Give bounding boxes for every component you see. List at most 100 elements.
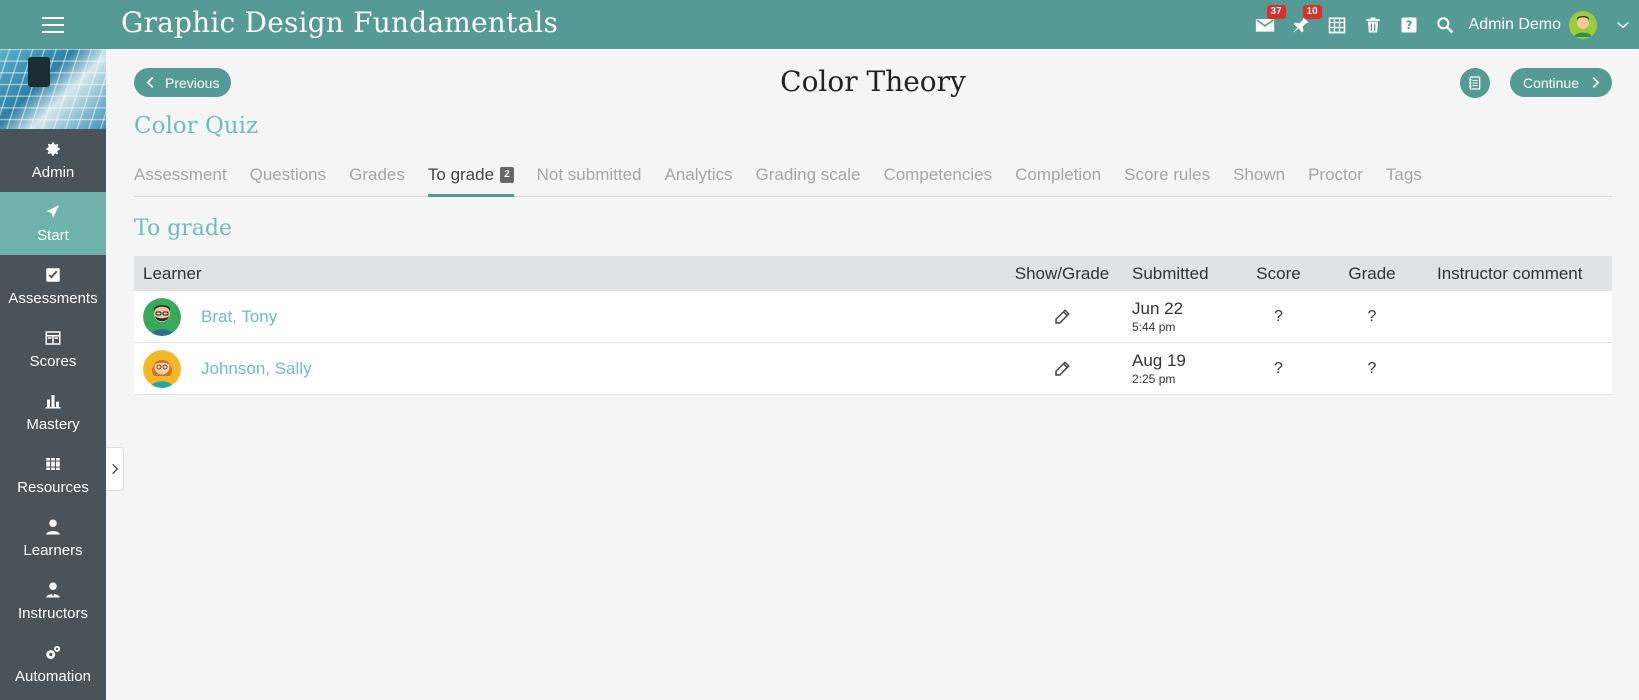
- column-header-score[interactable]: Score: [1230, 264, 1327, 284]
- sidebar-item-admin[interactable]: Admin: [0, 129, 106, 192]
- trash-button[interactable]: [1355, 0, 1391, 49]
- sidebar-item-label: Mastery: [26, 416, 80, 433]
- tab-label: Grades: [349, 164, 405, 184]
- tab-label: Completion: [1015, 164, 1102, 184]
- messages-button[interactable]: 37: [1247, 0, 1286, 49]
- sidebar-item-learners[interactable]: Learners: [0, 507, 106, 570]
- sidebar-item-resources[interactable]: Resources: [0, 444, 106, 507]
- gear-icon: [46, 142, 60, 156]
- column-header-show-grade: Show/Grade: [1014, 263, 1110, 283]
- notebook-button[interactable]: [1460, 68, 1490, 98]
- trash-icon: [1365, 17, 1380, 32]
- tab-proctor[interactable]: Proctor: [1308, 150, 1363, 197]
- sidebar-item-mastery[interactable]: Mastery: [0, 381, 106, 444]
- tab-label: Tags: [1385, 164, 1422, 184]
- tab-not-submitted[interactable]: Not submitted: [537, 150, 642, 197]
- chevron-right-icon: [1592, 77, 1600, 88]
- search-button[interactable]: [1427, 0, 1463, 49]
- sidebar-item-label: Instructors: [17, 605, 89, 622]
- tab-label: Score rules: [1124, 164, 1211, 184]
- quiz-title: Color Quiz: [134, 113, 259, 139]
- help-icon: ?: [1401, 17, 1417, 32]
- tab-shown[interactable]: Shown: [1233, 150, 1285, 197]
- tab-label: Questions: [249, 164, 327, 184]
- avatar: [143, 297, 181, 336]
- checkbox-icon: [46, 268, 60, 282]
- sidebar-item-label: Assessments: [8, 290, 98, 307]
- tab-label: Proctor: [1308, 164, 1363, 184]
- continue-button[interactable]: Continue: [1509, 68, 1612, 97]
- tab-label: Analytics: [664, 164, 733, 184]
- notebook-icon: [1469, 76, 1481, 90]
- tab-tags[interactable]: Tags: [1386, 150, 1422, 197]
- submitted-date: Jun 22: [1132, 298, 1184, 318]
- column-header-learner[interactable]: Learner: [134, 264, 1004, 284]
- help-button[interactable]: ?: [1391, 0, 1427, 49]
- svg-text:?: ?: [1405, 18, 1412, 32]
- column-header-comment: Instructor comment: [1437, 263, 1583, 283]
- scores-icon: [45, 331, 61, 345]
- tab-competencies[interactable]: Competencies: [883, 150, 992, 197]
- tab-assessment[interactable]: Assessment: [134, 150, 227, 197]
- sidebar-item-assessments[interactable]: Assessments: [0, 255, 106, 318]
- learner-name-link[interactable]: Johnson, Sally: [201, 359, 312, 379]
- chevron-down-icon: [1617, 21, 1629, 28]
- tab-score-rules[interactable]: Score rules: [1124, 150, 1210, 197]
- user-menu-toggle[interactable]: [1607, 0, 1639, 49]
- sidebar-item-label: Start: [37, 227, 69, 244]
- avatar: [143, 349, 181, 388]
- tab-completion[interactable]: Completion: [1015, 150, 1101, 197]
- column-header-submitted[interactable]: Submitted: [1120, 264, 1230, 284]
- tab-label: Assessment: [134, 164, 227, 184]
- notifications-button[interactable]: 10: [1283, 0, 1322, 49]
- section-title: To grade: [134, 216, 233, 241]
- table-header: Learner Show/Grade Submitted Score Grade…: [134, 256, 1612, 291]
- grade-value: ?: [1367, 359, 1377, 377]
- tab-grades[interactable]: Grades: [349, 150, 405, 197]
- sidebar-item-label: Scores: [29, 353, 77, 370]
- top-bar: Graphic Design Fundamentals 37 10 ? Admi…: [0, 0, 1639, 49]
- submitted-time: 5:44 pm: [1132, 319, 1176, 334]
- score-value: ?: [1274, 359, 1283, 377]
- search-icon: [1436, 16, 1453, 33]
- assessment-tabs: Assessment Questions Grades To grade 2 No…: [134, 150, 1612, 197]
- chevron-right-icon: [111, 463, 118, 475]
- course-title: Graphic Design Fundamentals: [121, 6, 559, 39]
- tab-analytics[interactable]: Analytics: [665, 150, 733, 197]
- top-actions: 37 10 ? Admin Demo: [1247, 0, 1639, 49]
- pencil-icon[interactable]: [1053, 360, 1071, 378]
- learner-name-link[interactable]: Brat, Tony: [201, 307, 277, 327]
- column-header-grade[interactable]: Grade: [1327, 264, 1417, 284]
- table-row: Brat, Tony Jun 22 5:44 pm ? ?: [134, 291, 1612, 343]
- sidebar: Admin Start Assessments Scores Mastery R…: [0, 49, 106, 700]
- sidebar-item-instructors[interactable]: Instructors: [0, 570, 106, 633]
- gears-icon: [46, 645, 61, 659]
- tab-to-grade[interactable]: To grade 2: [427, 150, 514, 197]
- calendar-icon: [1328, 17, 1345, 33]
- calendar-button[interactable]: [1319, 0, 1355, 49]
- sidebar-item-label: Learners: [23, 542, 83, 559]
- sidebar-item-scores[interactable]: Scores: [0, 318, 106, 381]
- tab-questions[interactable]: Questions: [250, 150, 327, 197]
- sidebar-expand-handle[interactable]: [106, 447, 124, 491]
- tab-label: Competencies: [883, 164, 993, 184]
- user-avatar[interactable]: [1569, 10, 1597, 39]
- grade-value: ?: [1367, 307, 1377, 325]
- pencil-icon[interactable]: [1053, 308, 1071, 326]
- sidebar-item-label: Automation: [15, 668, 91, 685]
- tab-label: To grade: [427, 164, 495, 184]
- submitted-time: 2:25 pm: [1132, 371, 1176, 386]
- tab-grading-scale[interactable]: Grading scale: [756, 150, 861, 197]
- tab-label: Grading scale: [755, 164, 861, 184]
- continue-label: Continue: [1522, 74, 1579, 91]
- sidebar-item-automation[interactable]: Automation: [0, 633, 106, 696]
- lesson-title: Color Theory: [780, 65, 966, 98]
- menu-toggle-button[interactable]: [0, 0, 106, 49]
- table-row: Johnson, Sally Aug 19 2:25 pm ? ?: [134, 343, 1612, 395]
- sidebar-item-label: Resources: [17, 479, 89, 496]
- sidebar-item-start[interactable]: Start: [0, 192, 106, 255]
- to-grade-table: Learner Show/Grade Submitted Score Grade…: [134, 256, 1612, 395]
- username[interactable]: Admin Demo: [1469, 16, 1561, 34]
- person-icon: [46, 519, 60, 535]
- books-icon: [46, 458, 60, 470]
